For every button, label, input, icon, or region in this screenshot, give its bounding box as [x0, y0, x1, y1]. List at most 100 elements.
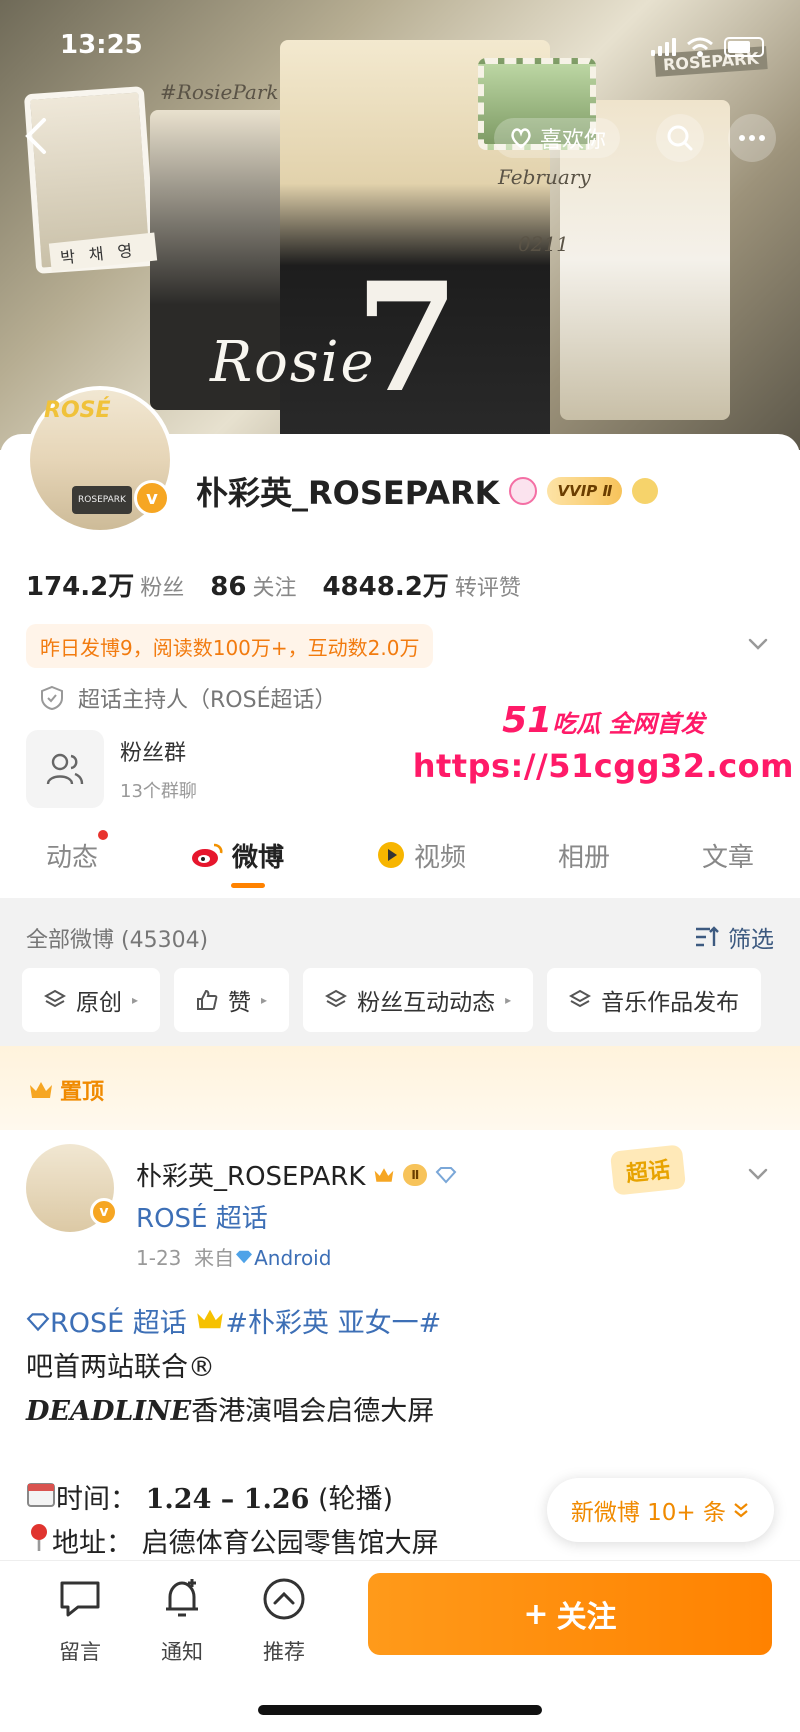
tab-dynamics[interactable]: 动态	[46, 812, 108, 898]
double-chevron-down-icon	[734, 1503, 748, 1518]
post-time-note: (轮播)	[318, 1484, 394, 1515]
search-button[interactable]	[656, 114, 704, 162]
banner-script-name: Rosie	[210, 330, 376, 395]
chaohua-tag[interactable]: 超话	[609, 1144, 687, 1196]
diamond-icon	[26, 1313, 50, 1332]
chevron-down-icon[interactable]	[746, 1162, 770, 1186]
comment-button[interactable]: 留言	[40, 1575, 120, 1666]
wifi-icon	[687, 37, 713, 57]
membership-icon[interactable]	[509, 477, 538, 505]
vip-level-badge: Ⅱ	[403, 1163, 428, 1186]
chevron-down-icon[interactable]	[746, 632, 770, 656]
verified-badge-icon: v	[134, 480, 170, 516]
more-icon	[739, 135, 765, 141]
video-icon	[377, 842, 404, 868]
chip-fan-interaction[interactable]: 粉丝互动动态 ▸	[303, 968, 534, 1032]
post-time-label: 时间：	[56, 1484, 137, 1515]
message-icon	[60, 1581, 100, 1617]
group-icon	[26, 730, 104, 808]
new-posts-button[interactable]: 新微博 10+ 条	[546, 1478, 774, 1542]
profile-tabs: 动态 微博 视频 相册 文章	[0, 812, 800, 898]
post-source[interactable]: Android	[254, 1246, 331, 1270]
layers-icon	[44, 989, 66, 1008]
heart-hands-icon	[511, 128, 531, 149]
like-you-label: 喜欢你	[540, 128, 607, 153]
unread-dot	[98, 830, 108, 840]
new-posts-label: 新微博 10+ 条	[570, 1500, 726, 1526]
post-line-2: 吧首两站联合®	[26, 1352, 215, 1383]
watermark-url: https://51cgg32.com	[412, 747, 794, 785]
status-time: 13:25	[60, 30, 143, 60]
diamond-icon	[236, 1250, 253, 1264]
post-addr-label: 地址：	[52, 1528, 133, 1559]
crown-icon	[375, 1167, 394, 1182]
post-meta: 1-23 来自 Android	[136, 1242, 331, 1271]
stat-followers[interactable]: 174.2万 粉丝	[26, 566, 184, 603]
fan-group-row[interactable]: 粉丝群 13个群聊	[26, 730, 197, 808]
avatar-rose-text: ROSÉ	[44, 398, 111, 423]
recommend-label: 推荐	[263, 1640, 305, 1664]
verified-badge-icon: v	[90, 1198, 118, 1226]
privilege-icon[interactable]	[632, 478, 659, 504]
crown-emoji-icon	[197, 1309, 224, 1329]
tab-album[interactable]: 相册	[558, 812, 610, 898]
signal-icon	[651, 38, 676, 56]
fan-group-count: 13个群聊	[120, 781, 197, 802]
host-role-row[interactable]: 超话主持人（ROSÉ超话）	[40, 682, 336, 714]
layers-icon	[325, 989, 348, 1008]
chip-original[interactable]: 原创 ▸	[22, 968, 161, 1032]
filter-button[interactable]: 筛选	[694, 920, 774, 954]
stat-following[interactable]: 86 关注	[210, 570, 296, 602]
layers-icon	[569, 989, 592, 1008]
tab-article[interactable]: 文章	[702, 812, 754, 898]
crown-icon	[30, 1082, 52, 1098]
vvip-badge[interactable]: VVIP Ⅱ	[547, 477, 623, 505]
follow-label: 关注	[556, 1600, 617, 1635]
thumbs-up-icon	[197, 989, 218, 1010]
post-author-avatar[interactable]: v	[26, 1144, 118, 1232]
post-deadline: DEADLINE	[26, 1396, 192, 1427]
profile-banner[interactable]: 7 Rosie #RosiePark February 0211 박채영 ROS…	[0, 0, 800, 450]
search-icon	[667, 125, 693, 151]
post-topic-link[interactable]: ROSÉ 超话	[136, 1198, 268, 1235]
post-addr-value: 启德体育公园零售馆大屏	[141, 1528, 439, 1559]
tab-weibo[interactable]: 微博	[190, 812, 284, 898]
post-date: 1-23	[136, 1246, 182, 1270]
bottom-action-bar: 留言 通知 推荐 + 关注	[0, 1560, 800, 1732]
post-topic-inline[interactable]: ROSÉ 超话	[50, 1308, 187, 1339]
battery-icon	[724, 37, 764, 57]
chevron-up-circle-icon	[263, 1578, 305, 1620]
profile-stats: 174.2万 粉丝 86 关注 4848.2万 转评赞	[26, 566, 521, 603]
watermark-brand-num: 51	[502, 700, 553, 741]
follow-button[interactable]: + 关注	[368, 1573, 772, 1655]
post-author-row: 朴彩英_ROSEPARK Ⅱ	[136, 1156, 457, 1193]
banner-tag: #RosiePark	[160, 80, 279, 104]
notify-label: 通知	[161, 1640, 203, 1664]
more-button[interactable]	[728, 114, 776, 162]
follow-plus-icon: +	[523, 1596, 549, 1632]
comment-label: 留言	[59, 1640, 101, 1664]
tab-video[interactable]: 视频	[376, 812, 466, 898]
post-author-name[interactable]: 朴彩英_ROSEPARK	[136, 1156, 365, 1193]
filter-chips: 原创 ▸ 赞 ▸ 粉丝互动动态 ▸ 音乐作品发布	[22, 968, 762, 1032]
stat-interactions[interactable]: 4848.2万 转评赞	[322, 566, 520, 603]
filter-area: 全部微博 (45304) 筛选 原创 ▸ 赞 ▸ 粉丝互动动态 ▸ 音乐作品发布	[0, 898, 800, 1046]
filter-icon	[696, 926, 719, 947]
activity-summary[interactable]: 昨日发博9，阅读数100万+，互动数2.0万	[26, 624, 434, 668]
host-role-label: 超话主持人（ROSÉ超话）	[78, 688, 337, 713]
watermark-brand-text: 吃瓜 全网首发	[552, 710, 705, 738]
recommend-button[interactable]: 推荐	[244, 1575, 324, 1666]
like-you-button[interactable]: 喜欢你	[494, 118, 621, 158]
notify-button[interactable]: 通知	[142, 1575, 222, 1666]
chip-liked[interactable]: 赞 ▸	[174, 968, 290, 1032]
chip-music-release[interactable]: 音乐作品发布	[547, 968, 762, 1032]
avatar-bag-text: ROSEPARK	[72, 486, 132, 514]
pinned-banner: 置顶	[0, 1046, 800, 1130]
fan-group-name: 粉丝群	[120, 741, 187, 766]
post-hashtag[interactable]: #朴彩英 亚女一#	[225, 1308, 441, 1339]
back-icon[interactable]	[22, 116, 52, 156]
bell-add-icon	[166, 1579, 198, 1617]
status-icons	[651, 36, 764, 58]
post-time-value: 1.24 – 1.26	[145, 1484, 310, 1515]
profile-avatar[interactable]: ROSÉ ROSEPARK v	[26, 386, 174, 534]
